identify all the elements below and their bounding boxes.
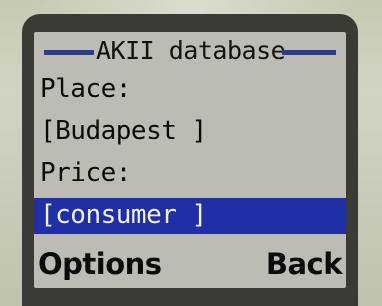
price-field-selected[interactable]: [consumer ]: [34, 198, 346, 234]
price-label: Price:: [40, 158, 131, 188]
place-label: Place:: [40, 74, 131, 104]
screen-title: AKII database: [96, 36, 286, 65]
title-bar: AKII database: [34, 36, 346, 66]
phone-body: AKII database Place: [Budapest ] Price: …: [0, 0, 382, 306]
softkey-bar: Options Back: [34, 244, 346, 284]
options-softkey[interactable]: Options: [38, 244, 162, 284]
title-rule-right: [282, 50, 336, 55]
title-rule-left: [44, 50, 94, 55]
phone-screen: AKII database Place: [Budapest ] Price: …: [34, 32, 346, 288]
place-field[interactable]: [Budapest ]: [40, 114, 207, 148]
back-softkey[interactable]: Back: [266, 244, 343, 284]
